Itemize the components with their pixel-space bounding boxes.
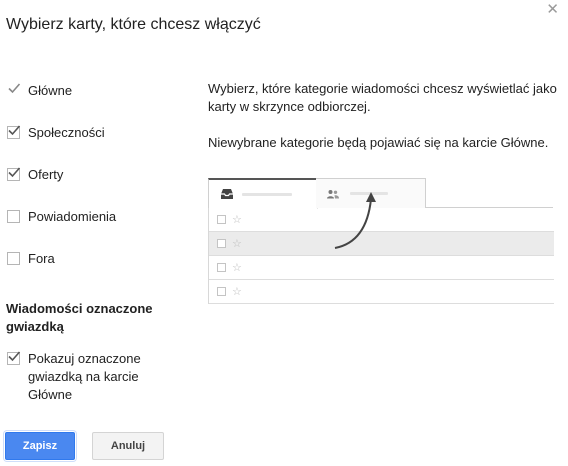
category-label: Społeczności [28,124,105,140]
explanation-paragraph: Niewybrane kategorie będą pojawiać się n… [208,135,549,150]
starred-option[interactable]: Pokazuj oznaczone gwiazdką na karcie Głó… [7,350,158,404]
mini-checkbox [217,263,226,272]
placeholder-label [350,192,388,195]
explanation: Wybierz, które kategorie wiadomości chce… [208,80,560,152]
inbox-icon [221,189,233,199]
illustration-row: ☆ [209,256,554,280]
category-label: Oferty [28,166,64,182]
checkbox-forums[interactable] [7,251,20,265]
category-social[interactable]: Społeczności [7,123,105,141]
checkbox-promotions[interactable] [7,166,21,181]
checkbox-social[interactable] [7,124,21,139]
illustration-row: ☆ [209,232,554,256]
checkmark-icon [8,82,21,93]
category-updates[interactable]: Powiadomienia [7,207,116,225]
checkbox-updates[interactable] [7,209,20,223]
illustration-row: ☆ [209,208,554,232]
mini-checkbox [217,287,226,296]
tabs-illustration: ☆ ☆ ☆ ☆ [208,178,554,323]
star-icon: ☆ [232,261,242,274]
starred-option-label: Pokazuj oznaczone gwiazdką na karcie Głó… [28,351,141,402]
checkmark-icon [8,351,21,362]
starred-section-heading: Wiadomości oznaczone gwiazdką [6,301,153,334]
category-label: Główne [28,82,73,98]
illustration-tab-bar [208,178,553,209]
explanation-paragraph: Wybierz, które kategorie wiadomości chce… [208,81,557,114]
category-forums[interactable]: Fora [7,249,55,267]
star-icon: ☆ [232,237,242,250]
people-icon [327,189,339,198]
checkmark-icon [8,166,21,177]
mini-checkbox [217,239,226,248]
checkmark-icon [8,124,21,135]
category-label: Powiadomienia [28,208,117,224]
illustration-tab-social [316,178,426,208]
illustration-row: ☆ [209,280,554,304]
mini-checkbox [217,215,226,224]
illustration-message-list: ☆ ☆ ☆ ☆ [208,208,554,304]
category-label: Fora [28,250,55,266]
checkbox-starred[interactable] [7,351,21,365]
cancel-button[interactable]: Anuluj [92,432,164,460]
dialog-title: Wybierz karty, które chcesz włączyć [6,16,261,33]
close-icon[interactable]: ✕ [546,2,559,18]
checkbox-primary [7,82,21,97]
star-icon: ☆ [232,285,242,298]
star-icon: ☆ [232,213,242,226]
category-promotions[interactable]: Oferty [7,165,63,183]
illustration-tab-primary [208,178,318,209]
category-primary: Główne [7,81,72,99]
placeholder-label [242,192,292,196]
save-button[interactable]: Zapisz [5,432,75,460]
